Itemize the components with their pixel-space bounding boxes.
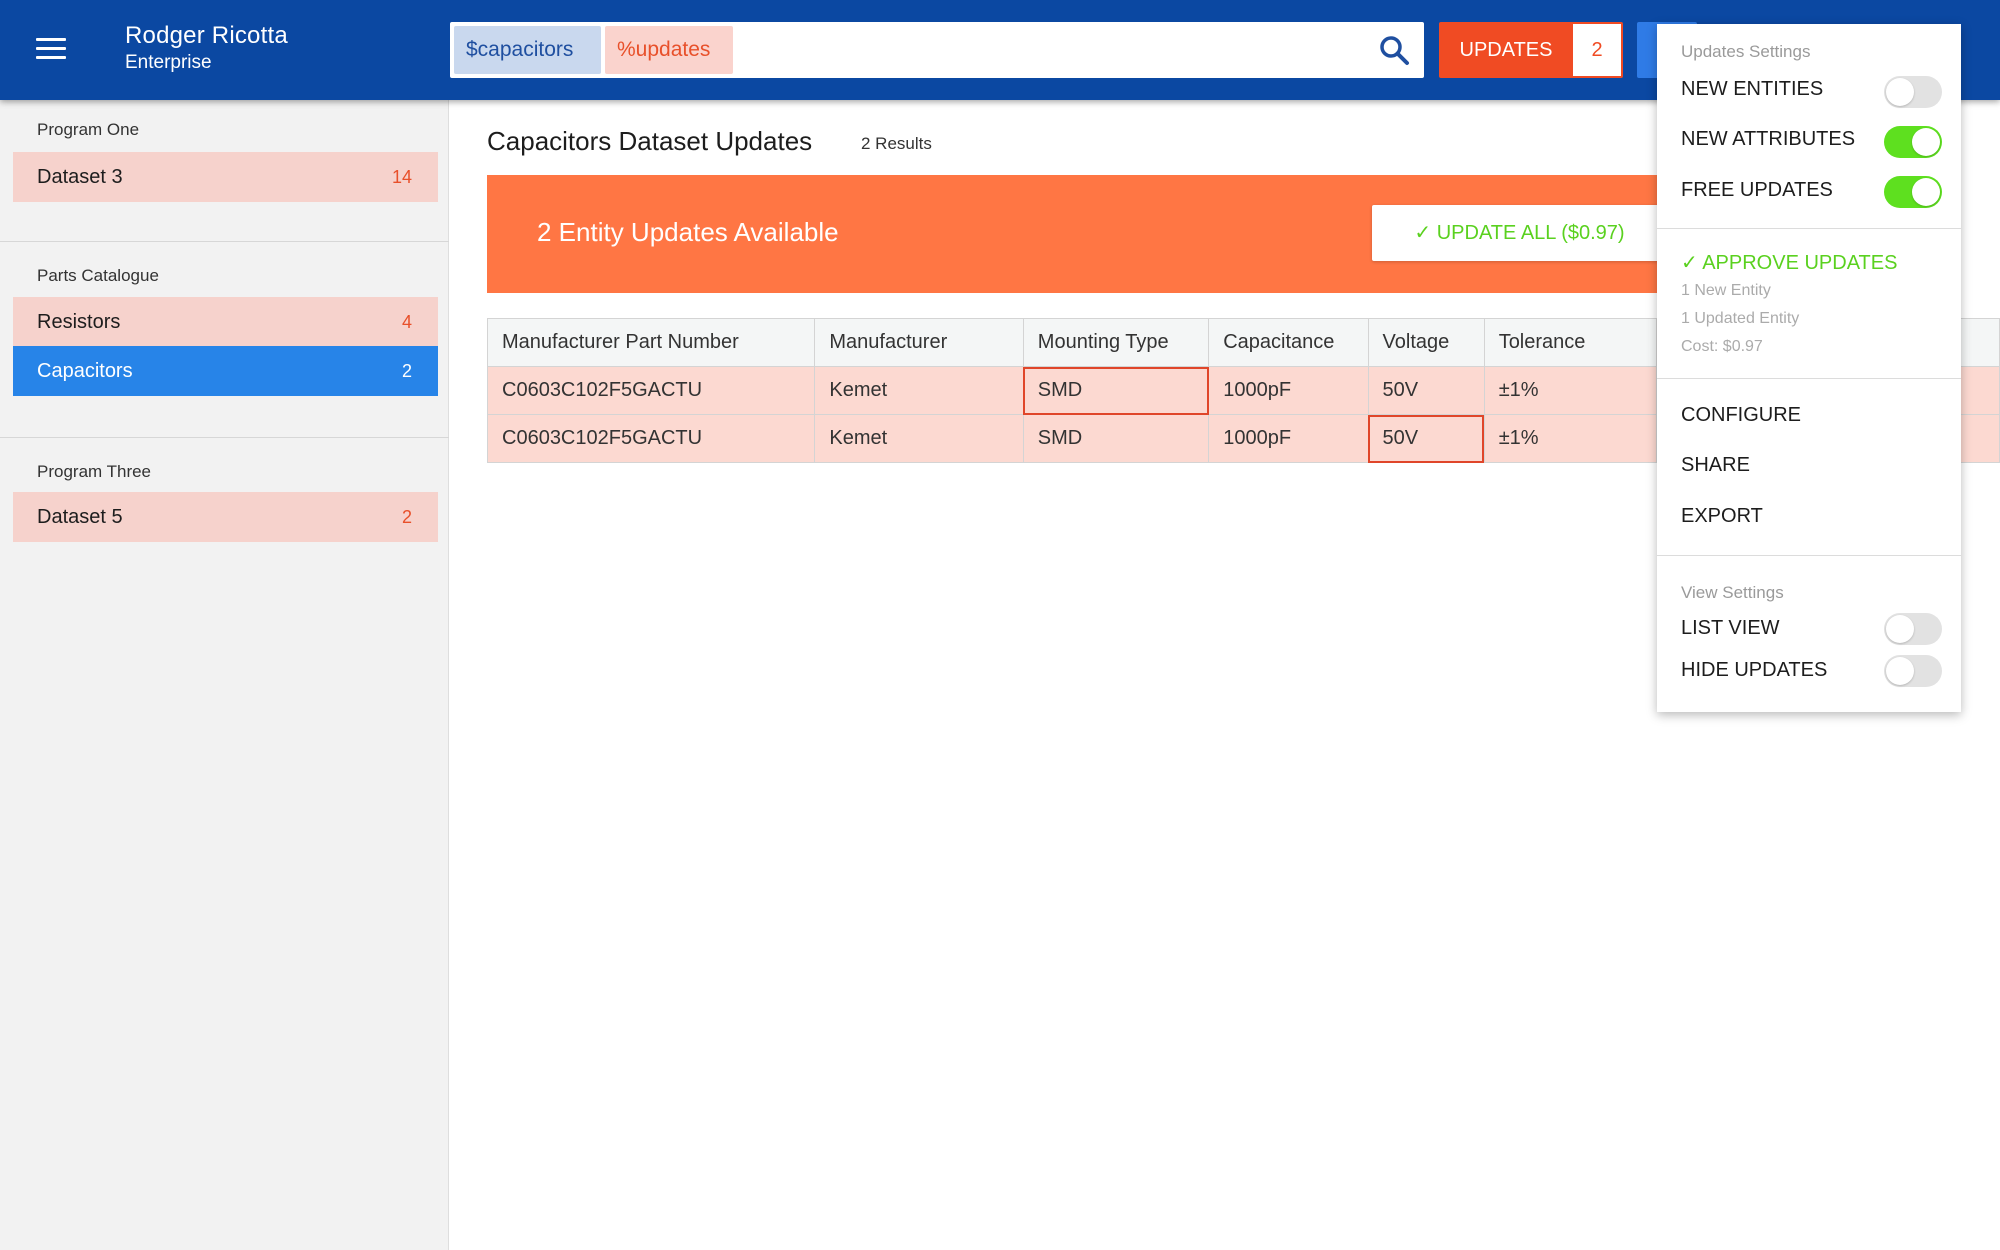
- updates-settings-title: Updates Settings: [1681, 42, 1811, 61]
- updates-button-label: UPDATES: [1459, 39, 1553, 61]
- sidebar-item-label: Resistors: [37, 311, 121, 333]
- cell-capacitance: 1000pF: [1208, 414, 1369, 463]
- menu-label-free-updates: FREE UPDATES: [1681, 179, 1833, 201]
- sidebar-item-label: Dataset 3: [37, 166, 123, 188]
- column-header-tolerance[interactable]: Tolerance: [1483, 318, 1657, 367]
- user-organization: Enterprise: [125, 52, 212, 73]
- settings-dropdown-menu: Updates Settings NEW ENTITIES NEW ATTRIB…: [1657, 24, 1961, 712]
- cell-manufacturer: Kemet: [814, 366, 1024, 415]
- menu-item-configure[interactable]: CONFIGURE: [1681, 404, 1801, 427]
- cell-capacitance: 1000pF: [1208, 366, 1369, 415]
- cell-manufacturer: Kemet: [814, 414, 1024, 463]
- sidebar-heading-program-three: Program Three: [37, 462, 152, 481]
- menu-label-new-attributes: NEW ATTRIBUTES: [1681, 128, 1856, 150]
- view-settings-title: View Settings: [1681, 583, 1784, 602]
- sidebar-item-label: Capacitors: [37, 360, 133, 382]
- approve-updates-button[interactable]: ✓ APPROVE UPDATES: [1681, 250, 1897, 275]
- cell-voltage: 50V: [1367, 366, 1485, 415]
- app-window: Rodger Ricotta Enterprise $capacitors %u…: [0, 0, 2000, 1250]
- updates-banner: 2 Entity Updates Available ✓ UPDATE ALL …: [487, 175, 1667, 293]
- user-name: Rodger Ricotta: [125, 22, 288, 49]
- menu-label-hide-updates: HIDE UPDATES: [1681, 659, 1828, 681]
- cell-part-number: C0603C102F5GACTU: [486, 414, 816, 463]
- approve-detail-updated-entity: 1 Updated Entity: [1681, 310, 1800, 327]
- toggle-hide-updates[interactable]: [1884, 655, 1942, 687]
- sidebar-item-count: 4: [401, 312, 412, 332]
- sidebar-item-dataset-5[interactable]: Dataset 5 2: [13, 492, 438, 542]
- column-header-voltage[interactable]: Voltage: [1367, 318, 1485, 367]
- cell-mounting-type: SMD: [1022, 414, 1210, 463]
- search-chip-capacitors[interactable]: $capacitors: [454, 26, 601, 74]
- toggle-list-view[interactable]: [1884, 613, 1942, 645]
- sidebar-item-dataset-3[interactable]: Dataset 3 14: [13, 152, 438, 202]
- toggle-new-entities[interactable]: [1884, 76, 1942, 108]
- update-all-label: ✓ UPDATE ALL ($0.97): [1414, 222, 1625, 244]
- sidebar-divider: [0, 437, 449, 438]
- search-chip-updates[interactable]: %updates: [605, 26, 733, 74]
- menu-label-new-entities: NEW ENTITIES: [1681, 78, 1824, 100]
- banner-text: 2 Entity Updates Available: [537, 217, 839, 247]
- search-bar[interactable]: $capacitors %updates: [450, 22, 1424, 78]
- sidebar-item-label: Dataset 5: [37, 506, 123, 528]
- sidebar-item-count: 2: [401, 507, 412, 527]
- menu-icon[interactable]: [36, 38, 66, 60]
- column-header-manufacturer[interactable]: Manufacturer: [814, 318, 1024, 367]
- sidebar-item-capacitors[interactable]: Capacitors 2: [13, 346, 438, 396]
- search-icon[interactable]: [1378, 34, 1410, 66]
- cell-tolerance: ±1%: [1483, 366, 1657, 415]
- column-header-mounting-type[interactable]: Mounting Type: [1022, 318, 1210, 367]
- toggle-new-attributes[interactable]: [1884, 126, 1942, 158]
- cell-voltage-updated[interactable]: 50V: [1367, 414, 1485, 463]
- toggle-free-updates[interactable]: [1884, 176, 1942, 208]
- cell-mounting-type-updated[interactable]: SMD: [1022, 366, 1210, 415]
- updates-button[interactable]: UPDATES 2: [1439, 22, 1623, 78]
- menu-divider: [1657, 555, 1961, 556]
- sidebar-item-count: 14: [391, 167, 412, 187]
- menu-item-export[interactable]: EXPORT: [1681, 505, 1763, 528]
- sidebar-item-count: 2: [401, 361, 412, 381]
- sidebar-divider: [0, 241, 449, 242]
- sidebar-item-resistors[interactable]: Resistors 4: [13, 297, 438, 347]
- sidebar-heading-parts-catalogue: Parts Catalogue: [37, 266, 159, 285]
- column-header-capacitance[interactable]: Capacitance: [1208, 318, 1369, 367]
- cell-part-number: C0603C102F5GACTU: [486, 366, 816, 415]
- approve-detail-cost: Cost: $0.97: [1681, 338, 1763, 355]
- update-all-button[interactable]: ✓ UPDATE ALL ($0.97): [1372, 205, 1667, 261]
- cell-tolerance: ±1%: [1483, 414, 1657, 463]
- page-title: Capacitors Dataset Updates: [487, 126, 813, 156]
- result-count: 2 Results: [861, 134, 932, 153]
- menu-divider: [1657, 378, 1961, 379]
- menu-item-share[interactable]: SHARE: [1681, 454, 1750, 477]
- menu-label-list-view: LIST VIEW: [1681, 617, 1780, 639]
- approve-detail-new-entity: 1 New Entity: [1681, 282, 1771, 299]
- column-header-part-number[interactable]: Manufacturer Part Number: [486, 318, 816, 367]
- updates-count-badge: 2: [1573, 24, 1621, 76]
- sidebar: Program One Dataset 3 14 Parts Catalogue…: [0, 100, 449, 1250]
- menu-divider: [1657, 228, 1961, 229]
- sidebar-heading-program-one: Program One: [37, 120, 140, 139]
